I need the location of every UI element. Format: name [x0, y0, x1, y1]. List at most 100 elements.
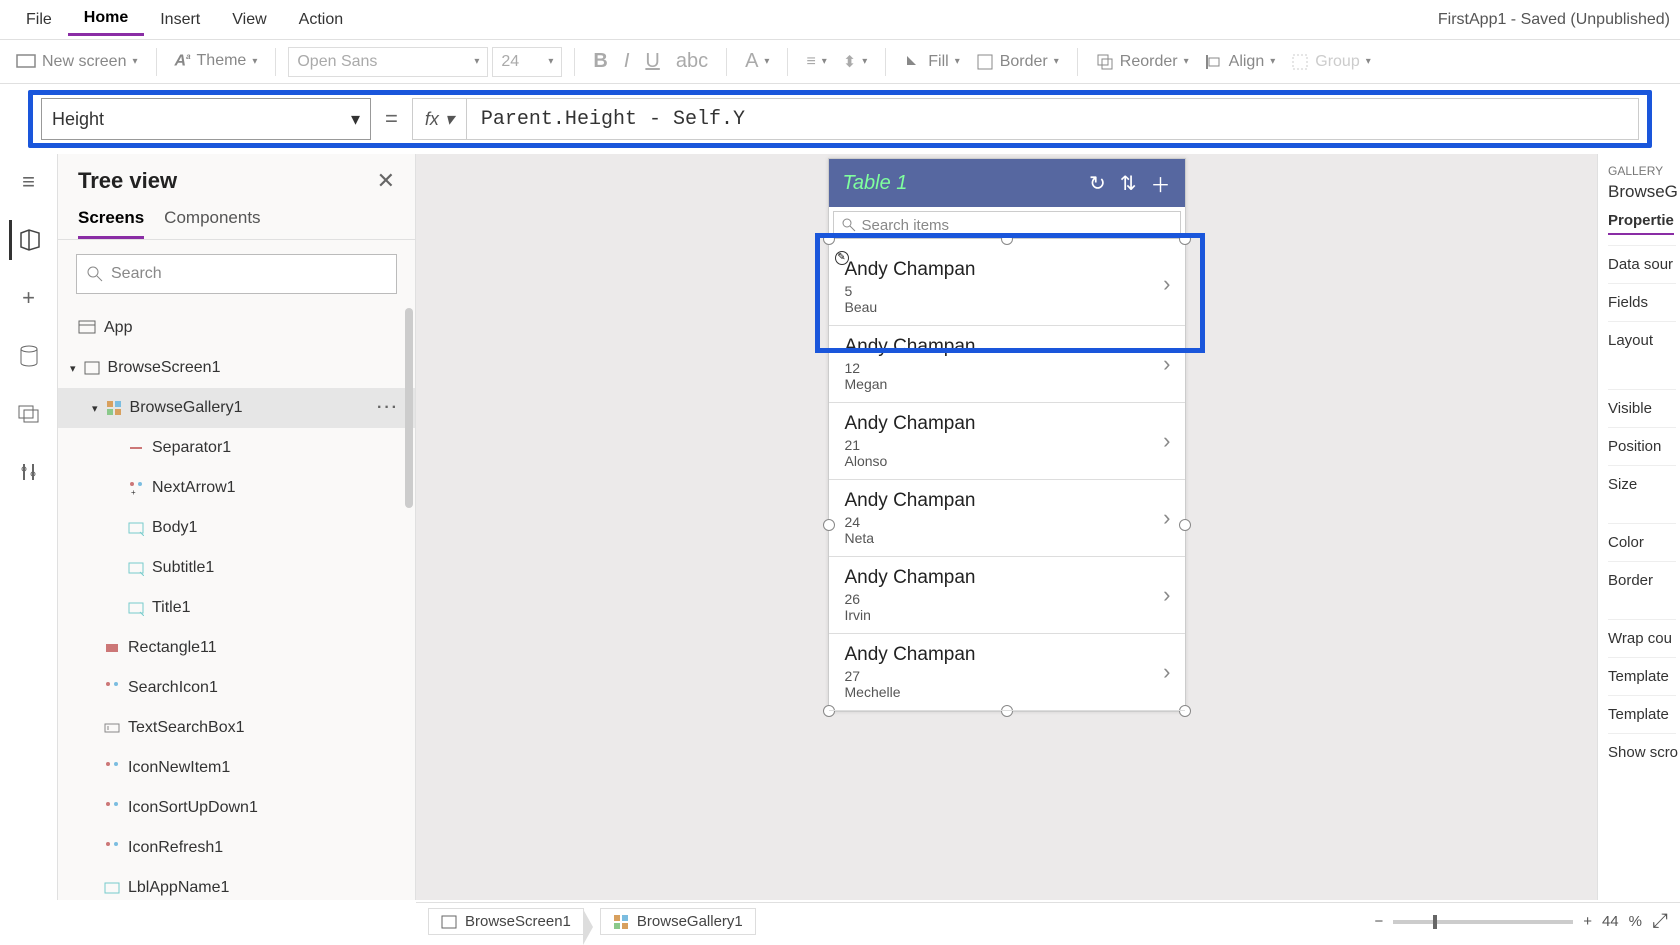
menu-insert[interactable]: Insert [144, 5, 216, 35]
tree-node-searchicon[interactable]: SearchIcon1 [58, 668, 415, 708]
tree-node-subtitle[interactable]: Subtitle1 [58, 548, 415, 588]
fill-button[interactable]: Fill▾ [898, 53, 965, 71]
item-title: Andy Champan [845, 490, 1169, 512]
list-item[interactable]: Andy Champan 24 Neta › [829, 480, 1185, 557]
underline-button[interactable]: U [639, 50, 665, 73]
font-color-button[interactable]: A▾ [739, 50, 775, 73]
node-label: App [104, 319, 132, 337]
tree-node-browsegallery[interactable]: ▾ BrowseGallery1 ··· [58, 388, 415, 428]
tree-node-iconsortupdown[interactable]: IconSortUpDown1 [58, 788, 415, 828]
fx-button[interactable]: fx▾ [412, 98, 467, 140]
expand-icon[interactable]: ⤢ [1652, 910, 1668, 933]
fill-label: Fill [928, 53, 948, 71]
tree-node-app[interactable]: App [58, 308, 415, 348]
tab-screens[interactable]: Screens [78, 208, 144, 239]
prop-row[interactable]: Show scro [1608, 733, 1676, 771]
prop-row[interactable]: Border [1608, 561, 1676, 599]
prop-row[interactable]: Template [1608, 657, 1676, 695]
chevron-right-icon[interactable]: › [1163, 659, 1170, 685]
prop-row[interactable]: Wrap cou [1608, 619, 1676, 657]
tree-node-iconnewitem[interactable]: IconNewItem1 [58, 748, 415, 788]
menu-home[interactable]: Home [68, 3, 144, 36]
gallery-icon [613, 914, 629, 930]
strike-button[interactable]: abc [670, 50, 714, 73]
hamburger-icon[interactable]: ≡ [9, 162, 49, 202]
menu-file[interactable]: File [10, 5, 68, 35]
chevron-right-icon[interactable]: › [1163, 428, 1170, 454]
breadcrumb-screen[interactable]: BrowseScreen1 [428, 908, 584, 935]
text-align-button[interactable]: ≡▾ [800, 53, 832, 71]
sort-icon[interactable]: ⇅ [1120, 171, 1137, 196]
font-size-select[interactable]: 24 ▾ [492, 47, 562, 77]
prop-row[interactable]: Layout [1608, 321, 1676, 359]
item-subtitle: Mechelle [845, 684, 1169, 700]
prop-row[interactable]: Visible [1608, 389, 1676, 427]
chevron-right-icon[interactable]: › [1163, 582, 1170, 608]
italic-button[interactable]: I [618, 50, 636, 73]
tab-properties[interactable]: Propertie [1608, 212, 1674, 235]
breadcrumb-gallery[interactable]: BrowseGallery1 [600, 908, 756, 935]
tree-node-title[interactable]: Title1 [58, 588, 415, 628]
tree-node-body[interactable]: Body1 [58, 508, 415, 548]
list-item[interactable]: Andy Champan 26 Irvin › [829, 557, 1185, 634]
list-item[interactable]: Andy Champan 21 Alonso › [829, 403, 1185, 480]
tree-node-separator[interactable]: Separator1 [58, 428, 415, 468]
tree-node-browsescreen[interactable]: ▾ BrowseScreen1 [58, 348, 415, 388]
group-button[interactable]: Group▾ [1285, 53, 1377, 71]
property-name: Height [52, 109, 104, 130]
bold-button[interactable]: B [587, 50, 613, 73]
border-button[interactable]: Border▾ [970, 53, 1065, 71]
ribbon-new-screen[interactable]: New screen▾ [10, 53, 144, 71]
screen-icon [441, 915, 457, 929]
label-icon [128, 560, 144, 576]
zoom-out-button[interactable]: − [1374, 913, 1383, 930]
tree-node-textsearchbox[interactable]: TextSearchBox1 [58, 708, 415, 748]
list-item[interactable]: Andy Champan 27 Mechelle › [829, 634, 1185, 711]
tree-node-lblappname[interactable]: LblAppName1 [58, 868, 415, 900]
add-icon[interactable]: + [9, 278, 49, 318]
refresh-icon[interactable]: ↻ [1089, 171, 1106, 196]
node-label: BrowseScreen1 [108, 359, 221, 377]
tree-search-input[interactable]: Search [76, 254, 397, 294]
prop-row[interactable]: Data sour [1608, 245, 1676, 283]
menu-action[interactable]: Action [283, 5, 359, 35]
zoom-in-button[interactable]: + [1583, 913, 1592, 930]
prop-row[interactable]: Template [1608, 695, 1676, 733]
scrollbar-thumb[interactable] [405, 308, 413, 508]
prop-row[interactable]: Fields [1608, 283, 1676, 321]
search-icon [87, 266, 103, 282]
zoom-slider[interactable] [1393, 920, 1573, 924]
icon-ctrl-icon [104, 840, 120, 856]
equals-sign: = [385, 106, 398, 132]
tools-icon[interactable] [9, 452, 49, 492]
canvas-area[interactable]: ↖ Table 1 ↻ ⇅ ＋ Search items [416, 154, 1597, 900]
formula-input[interactable]: Parent.Height - Self.Y [467, 98, 1639, 140]
reorder-button[interactable]: Reorder▾ [1090, 53, 1195, 71]
vertical-align-button[interactable]: ⬍▾ [837, 52, 873, 72]
menu-view[interactable]: View [216, 5, 282, 35]
font-select[interactable]: Open Sans ▾ [288, 47, 488, 77]
data-icon[interactable] [9, 336, 49, 376]
add-icon[interactable]: ＋ [1151, 169, 1171, 198]
chevron-right-icon[interactable]: › [1163, 505, 1170, 531]
property-selector[interactable]: Height ▾ [41, 98, 371, 140]
prop-row[interactable]: Color [1608, 523, 1676, 561]
prop-row[interactable]: Position [1608, 427, 1676, 465]
tab-components[interactable]: Components [164, 208, 260, 239]
chevron-right-icon[interactable]: › [1163, 351, 1170, 377]
search-placeholder: Search [111, 265, 162, 283]
close-icon[interactable]: ✕ [377, 168, 395, 194]
prop-row[interactable]: Size [1608, 465, 1676, 503]
tree-view-icon[interactable] [9, 220, 49, 260]
align-button[interactable]: Align▾ [1199, 53, 1282, 71]
fill-icon [904, 53, 922, 71]
border-icon [976, 53, 994, 71]
tree-node-iconrefresh[interactable]: IconRefresh1 [58, 828, 415, 868]
media-icon[interactable] [9, 394, 49, 434]
font-name: Open Sans [297, 53, 377, 71]
tree-node-rectangle[interactable]: Rectangle11 [58, 628, 415, 668]
tree-node-nextarrow[interactable]: + NextArrow1 [58, 468, 415, 508]
ribbon-theme[interactable]: Aa Theme▾ [169, 52, 264, 70]
node-label: NextArrow1 [152, 479, 236, 497]
item-number: 27 [845, 668, 1169, 684]
